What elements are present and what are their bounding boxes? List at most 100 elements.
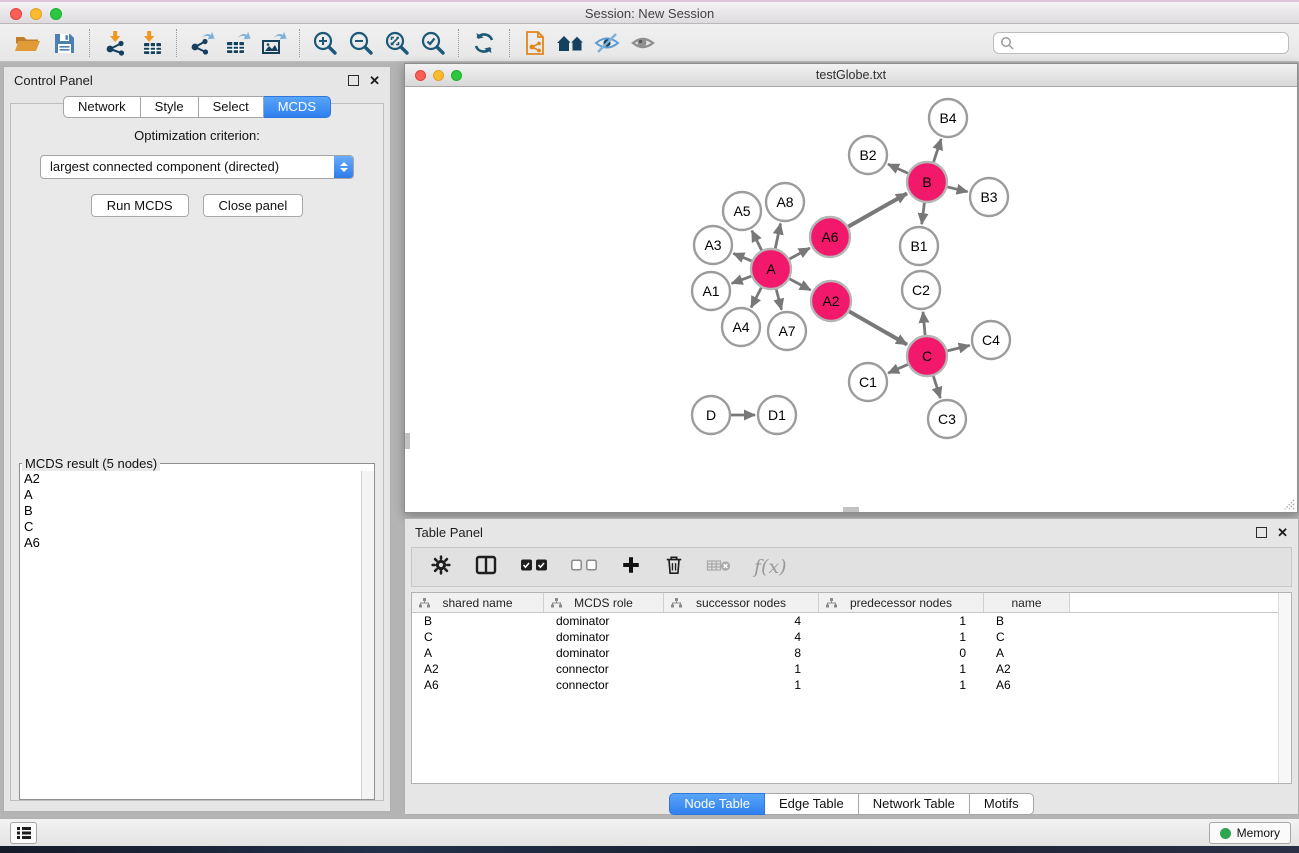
graph-edge-C-C1[interactable] bbox=[888, 364, 908, 373]
column-header-name[interactable]: name bbox=[984, 593, 1070, 612]
refresh-icon[interactable] bbox=[466, 27, 502, 59]
search-input[interactable] bbox=[1014, 36, 1282, 50]
zoom-in-icon[interactable] bbox=[307, 27, 343, 59]
result-list-item[interactable]: C bbox=[20, 519, 374, 535]
float-panel-icon[interactable] bbox=[348, 75, 359, 86]
graph-edge-A-A2[interactable] bbox=[790, 279, 811, 290]
graph-edge-A-A3[interactable] bbox=[733, 253, 751, 261]
home-views-icon[interactable] bbox=[553, 27, 589, 59]
show-view-icon[interactable] bbox=[625, 27, 661, 59]
graph-edge-B-B3[interactable] bbox=[947, 187, 967, 192]
graph-node-B3[interactable]: B3 bbox=[970, 178, 1008, 216]
table-row[interactable]: A2connector11A2 bbox=[412, 661, 1291, 677]
table-settings-icon[interactable] bbox=[430, 554, 452, 581]
split-view-icon[interactable] bbox=[474, 554, 498, 581]
table-row[interactable]: A6connector11A6 bbox=[412, 677, 1291, 693]
graph-node-C[interactable]: C bbox=[907, 336, 947, 376]
float-table-panel-icon[interactable] bbox=[1256, 527, 1267, 538]
network-from-file-icon[interactable] bbox=[517, 27, 553, 59]
canvas-bottom-handle[interactable] bbox=[843, 507, 859, 512]
graph-node-A8[interactable]: A8 bbox=[766, 183, 804, 221]
graph-edge-A-A4[interactable] bbox=[751, 288, 761, 308]
mcds-result-list[interactable]: A2ABCA6 bbox=[20, 471, 374, 799]
network-window-titlebar[interactable]: testGlobe.txt bbox=[405, 64, 1297, 87]
delete-column-icon[interactable] bbox=[664, 554, 684, 581]
column-header-predecessor-nodes[interactable]: predecessor nodes bbox=[819, 593, 984, 612]
memory-button[interactable]: Memory bbox=[1209, 822, 1291, 844]
hide-selected-icon[interactable] bbox=[589, 27, 625, 59]
zoom-fit-icon[interactable] bbox=[379, 27, 415, 59]
graph-edge-C-C2[interactable] bbox=[923, 312, 925, 335]
close-table-panel-icon[interactable]: ✕ bbox=[1277, 527, 1288, 538]
criterion-dropdown[interactable]: largest connected component (directed) bbox=[40, 155, 354, 179]
graph-node-A3[interactable]: A3 bbox=[694, 226, 732, 264]
tab-network-table[interactable]: Network Table bbox=[859, 793, 970, 815]
graph-edge-A6-B[interactable] bbox=[848, 193, 907, 226]
add-column-icon[interactable] bbox=[620, 554, 642, 581]
graph-node-A4[interactable]: A4 bbox=[722, 308, 760, 346]
tab-network[interactable]: Network bbox=[63, 96, 141, 118]
export-table-icon[interactable] bbox=[220, 27, 256, 59]
graph-edge-A-A7[interactable] bbox=[776, 289, 781, 309]
graph-node-B[interactable]: B bbox=[907, 162, 947, 202]
graph-node-B2[interactable]: B2 bbox=[849, 136, 887, 174]
table-row[interactable]: Bdominator41B bbox=[412, 613, 1291, 629]
graph-node-B4[interactable]: B4 bbox=[929, 99, 967, 137]
run-mcds-button[interactable]: Run MCDS bbox=[91, 194, 189, 217]
export-image-icon[interactable] bbox=[256, 27, 292, 59]
network-canvas[interactable]: B4 B2 B B3 A8A5 A6 A3 B1 A A1 C2 A2 A4A7 C4 C C1 D D1 C3 bbox=[405, 87, 1297, 512]
tab-edge-table[interactable]: Edge Table bbox=[765, 793, 859, 815]
graph-edge-A-A6[interactable] bbox=[789, 248, 809, 259]
graph-node-C2[interactable]: C2 bbox=[902, 271, 940, 309]
graph-edge-A-A1[interactable] bbox=[732, 276, 752, 283]
graph-edge-A-A8[interactable] bbox=[775, 224, 780, 249]
select-all-checkboxes-icon[interactable] bbox=[520, 557, 548, 578]
graph-node-A6[interactable]: A6 bbox=[810, 217, 850, 257]
search-box[interactable] bbox=[993, 32, 1289, 54]
graph-edge-C-C3[interactable] bbox=[933, 376, 940, 398]
table-scrollbar[interactable] bbox=[1278, 593, 1291, 783]
result-list-item[interactable]: B bbox=[20, 503, 374, 519]
graph-node-A7[interactable]: A7 bbox=[768, 312, 806, 350]
deselect-all-checkboxes-icon[interactable] bbox=[570, 557, 598, 578]
column-header-shared-name[interactable]: shared name bbox=[412, 593, 544, 612]
import-network-icon[interactable] bbox=[97, 27, 133, 59]
table-row[interactable]: Cdominator41C bbox=[412, 629, 1291, 645]
graph-edge-C-C4[interactable] bbox=[947, 345, 969, 351]
result-list-item[interactable]: A6 bbox=[20, 535, 374, 551]
tab-style[interactable]: Style bbox=[141, 96, 199, 118]
graph-edge-B-B2[interactable] bbox=[888, 164, 908, 173]
graph-node-A5[interactable]: A5 bbox=[723, 192, 761, 230]
tab-select[interactable]: Select bbox=[199, 96, 264, 118]
graph-edge-A2-C[interactable] bbox=[849, 311, 907, 344]
graph-edge-A-A5[interactable] bbox=[752, 231, 762, 251]
graph-node-C1[interactable]: C1 bbox=[849, 363, 887, 401]
graph-node-D1[interactable]: D1 bbox=[758, 396, 796, 434]
result-list-scrollbar[interactable] bbox=[361, 471, 374, 799]
graph-node-A2[interactable]: A2 bbox=[811, 281, 851, 321]
column-header-successor-nodes[interactable]: successor nodes bbox=[664, 593, 819, 612]
graph-node-A1[interactable]: A1 bbox=[692, 272, 730, 310]
graph-node-C3[interactable]: C3 bbox=[928, 400, 966, 438]
export-network-icon[interactable] bbox=[184, 27, 220, 59]
open-session-icon[interactable] bbox=[10, 27, 46, 59]
task-history-button[interactable] bbox=[10, 822, 37, 844]
save-session-icon[interactable] bbox=[46, 27, 82, 59]
graph-node-D[interactable]: D bbox=[692, 396, 730, 434]
graph-node-C4[interactable]: C4 bbox=[972, 321, 1010, 359]
graph-node-A[interactable]: A bbox=[751, 249, 791, 289]
close-panel-button[interactable]: Close panel bbox=[203, 194, 304, 217]
column-header-MCDS-role[interactable]: MCDS role bbox=[544, 593, 664, 612]
tab-node-table[interactable]: Node Table bbox=[669, 793, 765, 815]
import-table-icon[interactable] bbox=[133, 27, 169, 59]
tab-motifs[interactable]: Motifs bbox=[970, 793, 1034, 815]
graph-edge-B-B1[interactable] bbox=[922, 203, 925, 224]
graph-node-B1[interactable]: B1 bbox=[900, 227, 938, 265]
zoom-selected-icon[interactable] bbox=[415, 27, 451, 59]
graph-edge-B-B4[interactable] bbox=[934, 139, 942, 162]
close-panel-icon[interactable]: ✕ bbox=[369, 75, 380, 86]
tab-mcds[interactable]: MCDS bbox=[264, 96, 331, 118]
resize-grip-icon[interactable] bbox=[1281, 496, 1295, 510]
result-list-item[interactable]: A bbox=[20, 487, 374, 503]
table-row[interactable]: Adominator80A bbox=[412, 645, 1291, 661]
